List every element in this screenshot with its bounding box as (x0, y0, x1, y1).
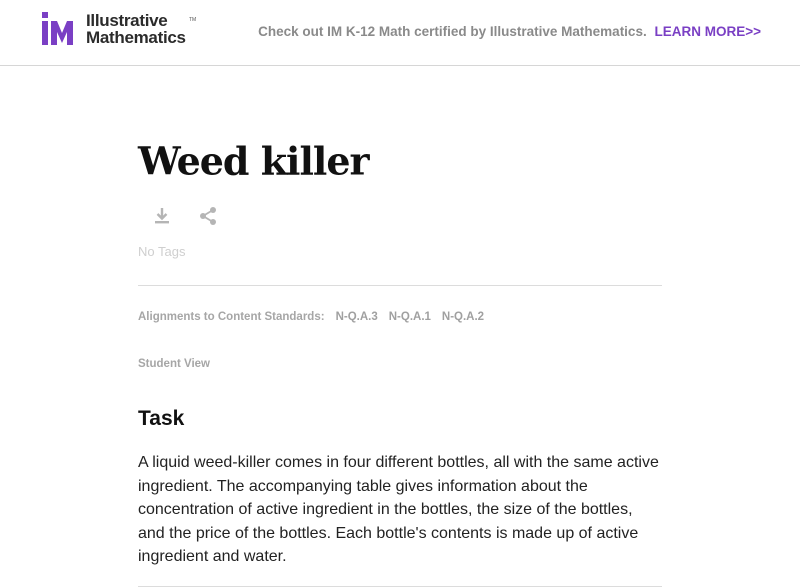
standard-link-nqa1[interactable]: N-Q.A.1 (389, 311, 431, 323)
site-header: Illustrative Mathematics TM Check out IM… (0, 0, 800, 66)
student-view-link[interactable]: Student View (138, 358, 210, 370)
tags-label: No Tags (138, 244, 186, 259)
divider (138, 285, 662, 286)
promo-text: Check out IM K-12 Math certified by Illu… (258, 24, 647, 39)
logo-line-2: Mathematics (86, 28, 186, 47)
promo-banner: Check out IM K-12 Math certified by Illu… (258, 24, 761, 39)
action-toolbar (152, 206, 218, 226)
logo-wordmark: Illustrative Mathematics (86, 12, 186, 46)
logo-trademark: TM (189, 17, 197, 23)
task-heading: Task (138, 407, 185, 430)
learn-more-link[interactable]: LEARN MORE>> (654, 24, 761, 39)
logo-line-1: Illustrative (86, 11, 168, 30)
alignments-label: Alignments to Content Standards: (138, 311, 325, 323)
page-title: Weed killer (138, 137, 370, 184)
share-icon[interactable] (198, 206, 218, 226)
task-description: A liquid weed-killer comes in four diffe… (138, 454, 659, 565)
standard-link-nqa3[interactable]: N-Q.A.3 (336, 311, 378, 323)
divider-bottom (138, 586, 662, 587)
im-logo-icon (42, 12, 73, 45)
content-standards-alignments: Alignments to Content Standards: N-Q.A.3… (138, 311, 484, 323)
illustrative-mathematics-logo[interactable]: Illustrative Mathematics (40, 12, 186, 46)
standard-link-nqa2[interactable]: N-Q.A.2 (442, 311, 484, 323)
download-icon[interactable] (152, 206, 172, 226)
